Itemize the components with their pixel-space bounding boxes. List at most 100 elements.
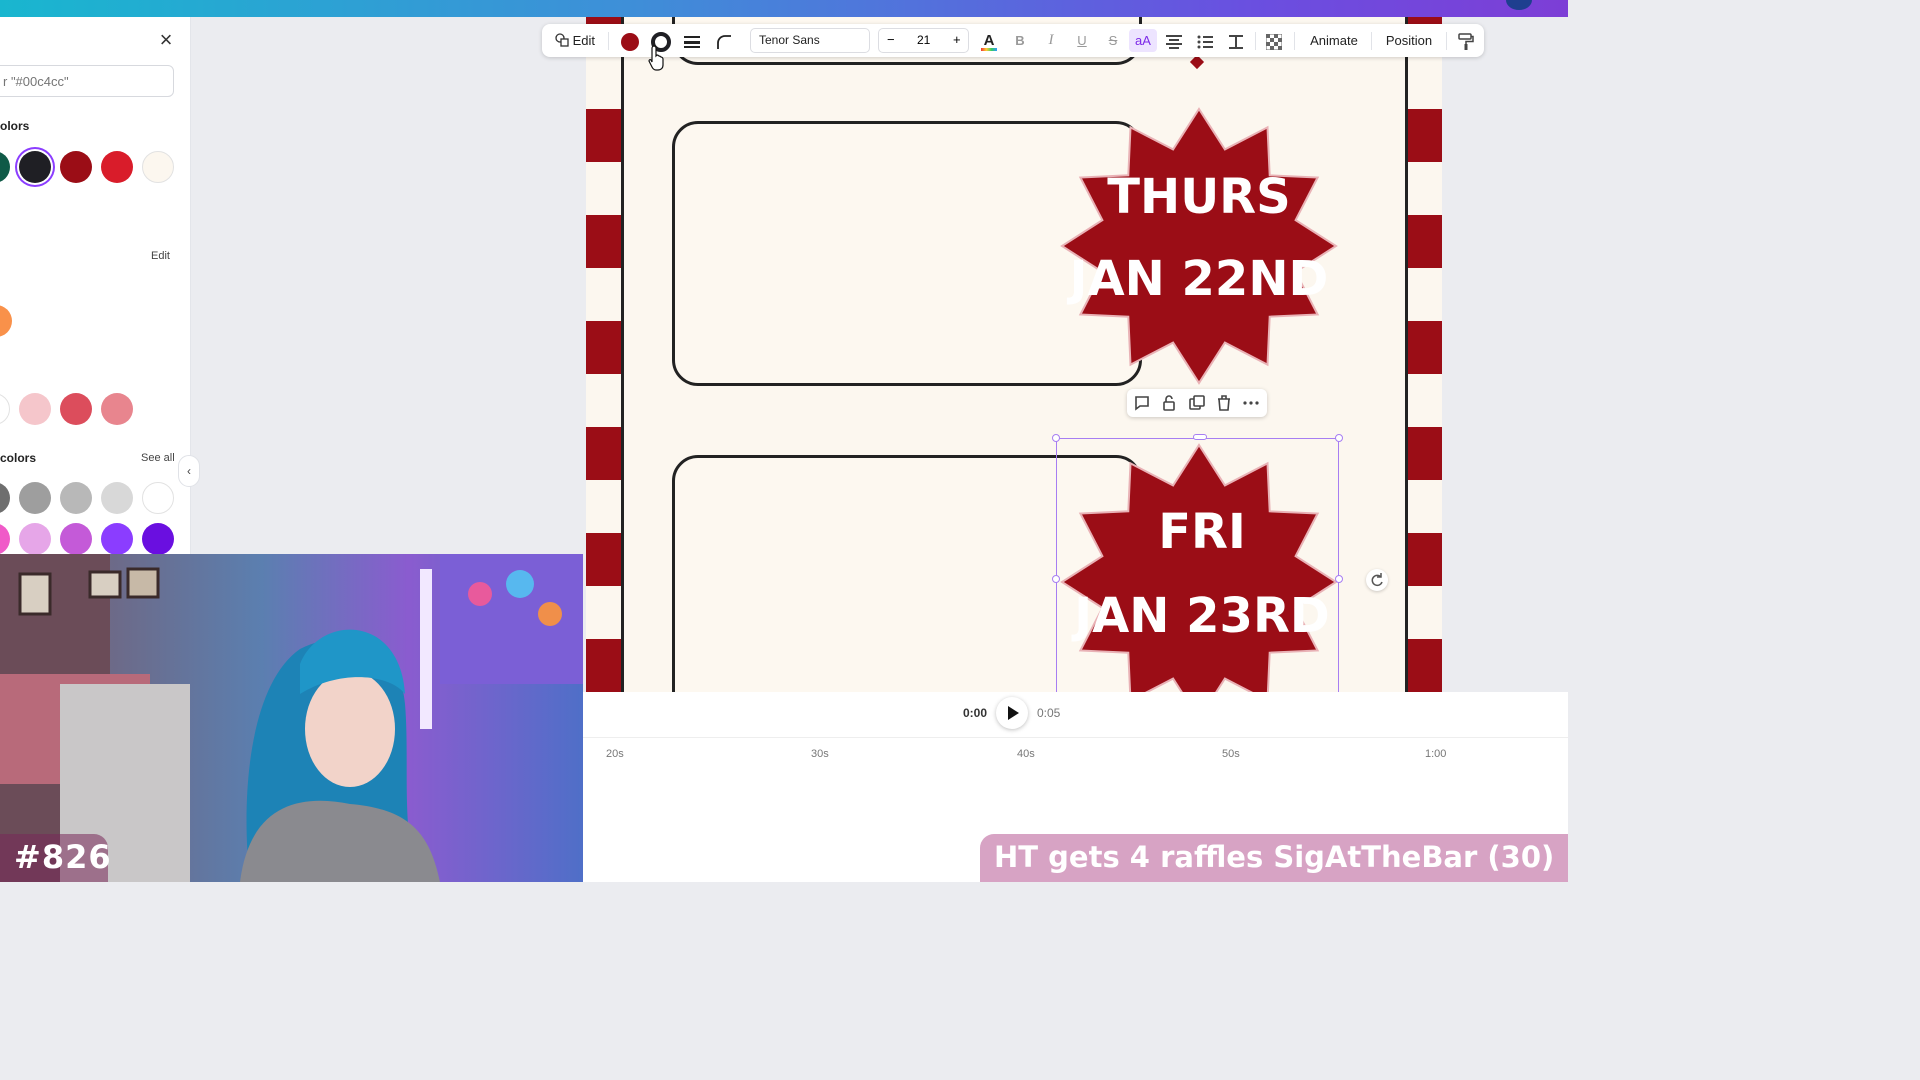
color-swatch[interactable] <box>142 482 174 514</box>
decrease-font-button[interactable]: − <box>887 32 895 47</box>
copy-style-button[interactable] <box>1454 24 1478 57</box>
text-color-icon: A <box>983 32 995 49</box>
bullet-list-icon <box>1197 35 1213 49</box>
border-style-button[interactable] <box>680 24 704 57</box>
fill-color-button[interactable] <box>618 24 642 57</box>
trash-icon[interactable] <box>1214 393 1234 413</box>
italic-button[interactable]: I <box>1039 24 1063 57</box>
rotate-icon <box>1371 573 1383 587</box>
color-swatch[interactable] <box>101 523 133 555</box>
lock-icon[interactable] <box>1159 393 1179 413</box>
spacing-button[interactable] <box>1224 24 1248 57</box>
color-swatch[interactable] <box>0 151 10 183</box>
color-swatch[interactable] <box>19 482 51 514</box>
comment-icon[interactable] <box>1132 393 1152 413</box>
color-swatch[interactable] <box>142 151 174 183</box>
align-button[interactable] <box>1162 24 1186 57</box>
badge-day-thursday: THURS <box>1107 169 1290 225</box>
play-button[interactable] <box>996 697 1028 729</box>
increase-font-button[interactable]: + <box>953 32 961 47</box>
transparency-button[interactable] <box>1262 24 1286 57</box>
color-swatch[interactable] <box>60 482 92 514</box>
color-swatch[interactable] <box>0 305 12 337</box>
corner-radius-icon <box>717 34 731 49</box>
badge-date-friday: JAN 23RD <box>1071 588 1330 644</box>
duration: 0:05 <box>1037 706 1061 720</box>
font-family-select[interactable]: Tenor Sans <box>750 28 870 53</box>
position-button[interactable]: Position <box>1378 24 1440 57</box>
divider <box>1255 32 1256 50</box>
color-swatch[interactable] <box>101 151 133 183</box>
color-swatch[interactable] <box>0 393 10 425</box>
raffle-text: HT gets 4 raffles SigAtTheBar (30) <box>994 840 1555 874</box>
more-options-icon[interactable] <box>1241 393 1261 413</box>
divider <box>1446 32 1447 50</box>
fill-color-swatch <box>621 32 639 51</box>
corner-rounding-button[interactable] <box>712 24 736 57</box>
bold-button[interactable]: B <box>1008 24 1032 57</box>
strikethrough-button[interactable]: S <box>1101 24 1125 57</box>
ruler-tick: 50s <box>1222 748 1240 760</box>
left-border-line <box>621 17 624 692</box>
see-all-link[interactable]: See all <box>141 452 175 464</box>
color-swatch[interactable] <box>101 393 133 425</box>
color-swatch[interactable] <box>19 393 51 425</box>
color-swatch[interactable] <box>60 523 92 555</box>
play-icon <box>1008 706 1019 720</box>
shapes-icon <box>555 33 569 47</box>
rotate-handle[interactable] <box>1366 569 1388 591</box>
ruler-tick: 20s <box>606 748 624 760</box>
underline-button[interactable]: U <box>1070 24 1094 57</box>
resize-handle-right[interactable] <box>1335 575 1343 583</box>
text-toolbar: Edit Tenor Sans − 21 + A B I U S aA Anim… <box>542 24 1484 57</box>
color-swatch[interactable] <box>60 393 92 425</box>
color-swatch[interactable] <box>0 523 10 555</box>
edit-label: Edit <box>572 33 596 48</box>
letter-case-button[interactable]: aA <box>1129 29 1157 52</box>
font-size-stepper: − 21 + <box>878 28 969 53</box>
current-time: 0:00 <box>963 706 988 720</box>
color-swatch[interactable] <box>19 523 51 555</box>
edit-button[interactable]: Edit <box>550 24 600 57</box>
divider <box>1371 32 1372 50</box>
list-button[interactable] <box>1193 24 1217 57</box>
design-canvas[interactable]: THURS JAN 22ND FRI JAN 23RD <box>586 17 1442 692</box>
resize-handle-top[interactable] <box>1193 434 1207 440</box>
color-search-input[interactable] <box>0 65 174 97</box>
text-spacing-icon <box>1229 34 1243 49</box>
animate-button[interactable]: Animate <box>1302 24 1366 57</box>
close-icon[interactable]: × <box>156 29 176 51</box>
align-center-icon <box>1166 34 1182 49</box>
color-swatch[interactable] <box>0 482 10 514</box>
timeline-ruler <box>583 737 1568 738</box>
hand-cursor-icon <box>648 45 664 71</box>
ruler-tick: 30s <box>811 748 829 760</box>
border-weight-icon <box>684 35 700 48</box>
color-swatch[interactable] <box>101 482 133 514</box>
document-colors-title: olors <box>0 119 30 133</box>
color-swatch[interactable] <box>19 151 51 183</box>
edit-colors-link[interactable]: Edit <box>151 250 170 262</box>
resize-handle-top-left[interactable] <box>1052 434 1060 442</box>
date-badge-thursday[interactable]: THURS JAN 22ND <box>1060 107 1338 385</box>
avatar[interactable] <box>1506 0 1532 10</box>
date-badge-friday[interactable]: FRI JAN 23RD <box>1060 442 1338 692</box>
badge-day-friday: FRI <box>1158 504 1246 560</box>
counter-text: #826 <box>14 838 112 876</box>
element-quick-actions <box>1127 389 1267 417</box>
left-stripe-border <box>586 17 622 692</box>
text-color-button[interactable]: A <box>977 24 1001 57</box>
webcam-overlay <box>0 554 583 882</box>
color-swatch[interactable] <box>60 151 92 183</box>
resize-handle-left[interactable] <box>1052 575 1060 583</box>
color-swatch[interactable] <box>142 523 174 555</box>
divider <box>1294 32 1295 50</box>
resize-handle-top-right[interactable] <box>1335 434 1343 442</box>
right-stripe-border <box>1406 17 1442 692</box>
transparency-icon <box>1265 33 1283 51</box>
collapse-panel-button[interactable]: ‹ <box>178 455 200 487</box>
badge-tip-top <box>1189 54 1205 70</box>
text-color-bar <box>981 48 997 51</box>
font-size-value[interactable]: 21 <box>917 33 930 47</box>
duplicate-icon[interactable] <box>1187 393 1207 413</box>
